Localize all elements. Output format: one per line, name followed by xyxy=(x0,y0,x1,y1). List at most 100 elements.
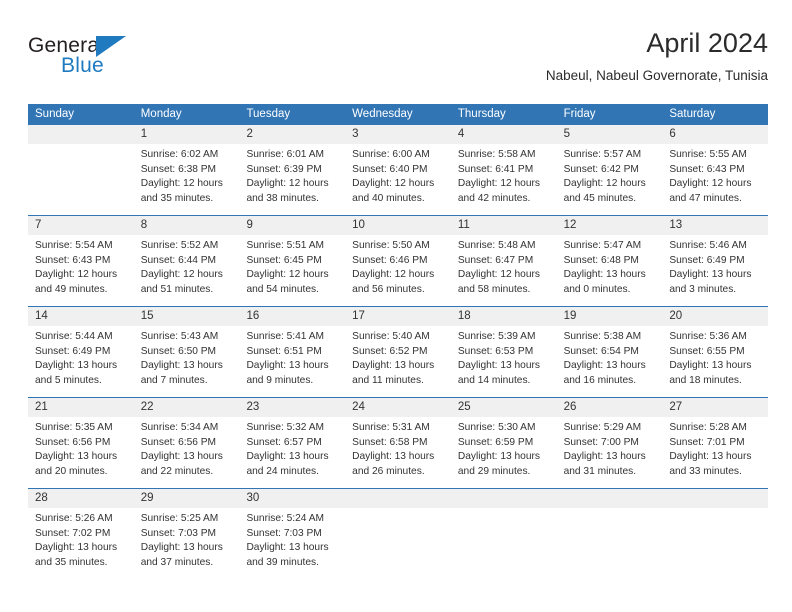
day-detail-line: Daylight: 12 hours xyxy=(563,178,646,190)
day-number[interactable]: 8 xyxy=(134,216,240,235)
day-number[interactable]: 20 xyxy=(662,307,768,326)
day-number[interactable]: 17 xyxy=(345,307,451,326)
day-detail-line: Daylight: 12 hours xyxy=(669,178,752,190)
day-cell[interactable]: Sunrise: 5:36 AM Sunset: 6:55 PM Daylight:… xyxy=(662,326,768,397)
day-cell[interactable]: Sunrise: 5:43 AM Sunset: 6:50 PM Daylight:… xyxy=(134,326,240,397)
day-cell[interactable]: Sunrise: 5:30 AM Sunset: 6:59 PM Daylight:… xyxy=(451,417,557,488)
day-detail-line: Sunset: 6:52 PM xyxy=(352,345,428,357)
day-number[interactable]: 15 xyxy=(134,307,240,326)
day-detail-line: Daylight: 12 hours xyxy=(35,269,118,281)
day-cell[interactable]: Sunrise: 5:51 AM Sunset: 6:45 PM Daylight:… xyxy=(239,235,345,306)
day-cell[interactable]: Sunrise: 6:01 AM Sunset: 6:39 PM Daylight:… xyxy=(239,144,345,215)
day-detail-line: and 22 minutes. xyxy=(140,465,214,477)
day-cell-empty xyxy=(345,508,451,581)
day-number[interactable]: 7 xyxy=(28,216,134,235)
page-title: April 2024 xyxy=(646,28,768,58)
day-detail-line: Sunset: 6:55 PM xyxy=(669,345,745,357)
calendar-grid: Sunday Monday Tuesday Wednesday Thursday Frid… xyxy=(28,104,768,581)
day-detail-line: and 7 minutes. xyxy=(140,374,208,386)
day-cell[interactable]: Sunrise: 5:54 AM Sunset: 6:43 PM Daylight:… xyxy=(28,235,134,306)
day-detail-line: Daylight: 13 hours xyxy=(669,360,752,372)
day-detail-line: Daylight: 13 hours xyxy=(352,360,435,372)
day-number[interactable]: 16 xyxy=(239,307,345,326)
day-number[interactable]: 24 xyxy=(345,398,451,417)
day-cell[interactable]: Sunrise: 5:39 AM Sunset: 6:53 PM Daylight:… xyxy=(451,326,557,397)
day-cell[interactable]: Sunrise: 5:26 AM Sunset: 7:02 PM Daylight:… xyxy=(28,508,134,581)
day-detail-line: Sunset: 6:49 PM xyxy=(669,254,745,266)
day-number[interactable]: 28 xyxy=(28,489,134,508)
week-date-band: 14 15 16 17 18 19 20 xyxy=(28,307,768,326)
day-cell[interactable]: Sunrise: 5:58 AM Sunset: 6:41 PM Daylight:… xyxy=(451,144,557,215)
day-number[interactable]: 3 xyxy=(345,125,451,144)
day-cell[interactable]: Sunrise: 6:02 AM Sunset: 6:38 PM Daylight:… xyxy=(134,144,240,215)
day-number-empty xyxy=(662,489,768,508)
week-detail-band: Sunrise: 6:02 AM Sunset: 6:38 PM Daylight:… xyxy=(28,144,768,215)
day-detail-line: and 38 minutes. xyxy=(246,192,319,204)
day-cell[interactable]: Sunrise: 5:38 AM Sunset: 6:54 PM Daylight:… xyxy=(557,326,663,397)
day-detail-line: Sunrise: 5:44 AM xyxy=(35,331,113,342)
day-detail-line: Sunset: 6:51 PM xyxy=(246,345,322,357)
day-number[interactable]: 1 xyxy=(134,125,240,144)
day-number[interactable]: 6 xyxy=(662,125,768,144)
week-date-band: 123456 xyxy=(28,125,768,144)
day-number[interactable]: 29 xyxy=(134,489,240,508)
day-detail-line: Sunset: 6:54 PM xyxy=(563,345,639,357)
day-cell[interactable]: Sunrise: 5:31 AM Sunset: 6:58 PM Daylight:… xyxy=(345,417,451,488)
day-number[interactable]: 22 xyxy=(134,398,240,417)
day-detail-line: Sunset: 6:39 PM xyxy=(246,163,322,175)
day-number[interactable]: 18 xyxy=(451,307,557,326)
day-cell[interactable]: Sunrise: 5:35 AM Sunset: 6:56 PM Daylight:… xyxy=(28,417,134,488)
day-cell[interactable]: Sunrise: 5:28 AM Sunset: 7:01 PM Daylight:… xyxy=(662,417,768,488)
day-cell[interactable]: Sunrise: 5:32 AM Sunset: 6:57 PM Daylight:… xyxy=(239,417,345,488)
day-number[interactable]: 27 xyxy=(662,398,768,417)
day-cell[interactable]: Sunrise: 5:50 AM Sunset: 6:46 PM Daylight:… xyxy=(345,235,451,306)
day-detail-line: Sunset: 6:56 PM xyxy=(140,436,217,448)
weekday-header-friday: Friday xyxy=(563,108,596,120)
day-number[interactable]: 23 xyxy=(239,398,345,417)
day-detail-line: and 14 minutes. xyxy=(457,374,531,386)
calendar-week-row: 7 8 9 10 11 12 13 Sunrise: 5:54 AM Sunset: 6:43 … xyxy=(28,215,768,306)
day-number[interactable]: 5 xyxy=(557,125,663,144)
day-number[interactable]: 2 xyxy=(239,125,345,144)
day-cell[interactable]: Sunrise: 5:57 AM Sunset: 6:42 PM Daylight:… xyxy=(557,144,663,215)
day-detail-line: Sunset: 6:42 PM xyxy=(563,163,639,175)
day-cell-empty xyxy=(557,508,663,581)
brand-logo[interactable]: General Blue xyxy=(28,34,208,90)
calendar-week-row: 21 22 23 24 25 26 27 Sunrise: 5:35 AM Sunset: 6:… xyxy=(28,397,768,488)
day-cell[interactable]: Sunrise: 6:00 AM Sunset: 6:40 PM Daylight:… xyxy=(345,144,451,215)
day-detail-line: Daylight: 12 hours xyxy=(352,178,435,190)
day-number[interactable]: 12 xyxy=(557,216,663,235)
day-number[interactable]: 14 xyxy=(28,307,134,326)
day-detail-line: Sunset: 7:02 PM xyxy=(35,527,111,539)
day-number[interactable]: 25 xyxy=(451,398,557,417)
day-cell[interactable]: Sunrise: 5:46 AM Sunset: 6:49 PM Daylight:… xyxy=(662,235,768,306)
day-detail-line: and 37 minutes. xyxy=(140,556,214,568)
day-detail-line: Sunrise: 6:02 AM xyxy=(140,149,219,160)
day-number[interactable]: 4 xyxy=(451,125,557,144)
day-cell[interactable]: Sunrise: 5:48 AM Sunset: 6:47 PM Daylight:… xyxy=(451,235,557,306)
day-number[interactable]: 13 xyxy=(662,216,768,235)
day-cell[interactable]: Sunrise: 5:52 AM Sunset: 6:44 PM Daylight:… xyxy=(134,235,240,306)
day-cell[interactable]: Sunrise: 5:25 AM Sunset: 7:03 PM Daylight:… xyxy=(134,508,240,581)
day-detail-line: Sunset: 6:44 PM xyxy=(140,254,217,266)
day-number[interactable]: 26 xyxy=(557,398,663,417)
day-cell[interactable]: Sunrise: 5:40 AM Sunset: 6:52 PM Daylight:… xyxy=(345,326,451,397)
day-detail-line: Sunrise: 5:26 AM xyxy=(35,513,113,524)
day-detail-line: and 18 minutes. xyxy=(669,374,742,386)
day-cell[interactable]: Sunrise: 5:44 AM Sunset: 6:49 PM Daylight:… xyxy=(28,326,134,397)
day-number[interactable]: 10 xyxy=(345,216,451,235)
day-cell[interactable]: Sunrise: 5:41 AM Sunset: 6:51 PM Daylight:… xyxy=(239,326,345,397)
day-detail-line: Sunrise: 5:40 AM xyxy=(352,331,430,342)
day-cell[interactable]: Sunrise: 5:24 AM Sunset: 7:03 PM Daylight:… xyxy=(239,508,345,581)
day-number[interactable]: 19 xyxy=(557,307,663,326)
day-number[interactable]: 11 xyxy=(451,216,557,235)
day-detail-line: Sunset: 6:43 PM xyxy=(35,254,111,266)
day-number[interactable]: 9 xyxy=(239,216,345,235)
day-cell[interactable]: Sunrise: 5:34 AM Sunset: 6:56 PM Daylight:… xyxy=(134,417,240,488)
day-cell[interactable]: Sunrise: 5:55 AM Sunset: 6:43 PM Daylight:… xyxy=(662,144,768,215)
day-detail-line: Sunset: 7:01 PM xyxy=(669,436,745,448)
day-number[interactable]: 21 xyxy=(28,398,134,417)
day-number[interactable]: 30 xyxy=(239,489,345,508)
day-cell[interactable]: Sunrise: 5:47 AM Sunset: 6:48 PM Daylight:… xyxy=(557,235,663,306)
day-cell[interactable]: Sunrise: 5:29 AM Sunset: 7:00 PM Daylight:… xyxy=(557,417,663,488)
